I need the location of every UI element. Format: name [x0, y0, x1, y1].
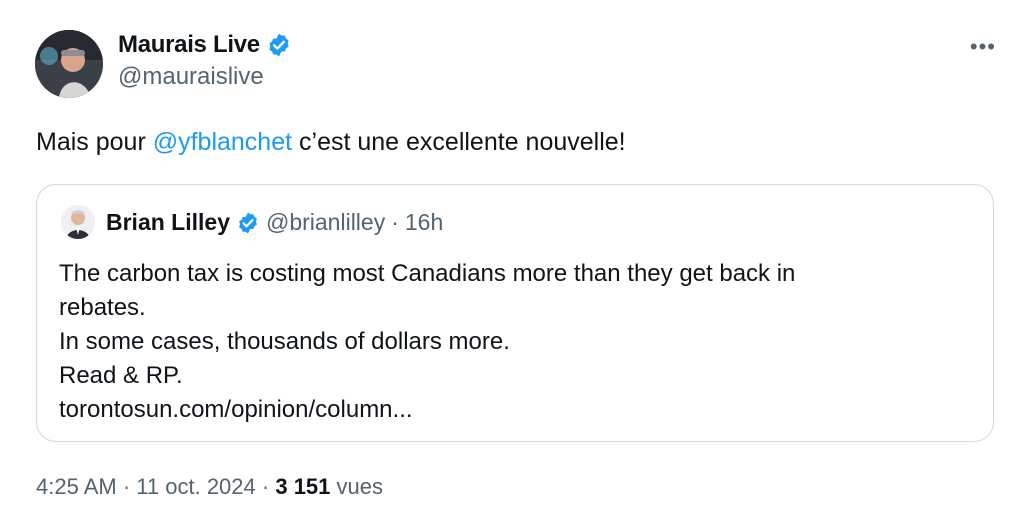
tweet-date[interactable]: 11 oct. 2024	[136, 474, 255, 499]
quoted-separator: ·	[391, 209, 399, 235]
quoted-author-name[interactable]: Brian Lilley	[106, 209, 230, 236]
quoted-tweet[interactable]: Brian Lilley @brianlilley · 16h The carb…	[36, 184, 994, 442]
quoted-line: The carbon tax is costing most Canadians…	[59, 260, 796, 287]
author-handle[interactable]: @mauraislive	[118, 63, 292, 91]
mention-link[interactable]: @yfblanchet	[153, 128, 292, 156]
tweet-text-pre: Mais pour	[36, 128, 153, 156]
tweet-footer: 4:25 AM · 11 oct. 2024 · 3 151 vues	[36, 474, 383, 500]
tweet-text: Mais pour @yfblanchet c’est une excellen…	[36, 126, 626, 158]
footer-separator: ·	[261, 474, 270, 499]
quoted-line: In some cases, thousands of dollars more…	[59, 328, 510, 355]
verified-badge-icon[interactable]	[266, 32, 292, 58]
quoted-author-handle[interactable]: @brianlilley	[266, 209, 385, 236]
author-info: Maurais Live @mauraislive	[118, 31, 292, 91]
quoted-line: rebates.	[59, 294, 146, 321]
tweet-card: Maurais Live @mauraislive ••• Mais pour …	[0, 0, 1026, 530]
quoted-time[interactable]: 16h	[405, 209, 443, 236]
views-label: vues	[336, 474, 384, 499]
tweet-time[interactable]: 4:25 AM	[36, 474, 117, 499]
author-avatar[interactable]	[35, 30, 103, 98]
quoted-text: The carbon tax is costing most Canadians…	[59, 257, 969, 427]
author-name[interactable]: Maurais Live	[118, 31, 260, 59]
tweet-text-post: c’est une excellente nouvelle!	[292, 128, 626, 156]
quoted-line: Read & RP.	[59, 362, 183, 389]
views-count: 3 151	[275, 474, 331, 499]
more-options-icon[interactable]: •••	[970, 34, 996, 60]
quoted-link[interactable]: torontosun.com/opinion/column...	[59, 393, 969, 427]
quoted-verified-badge-icon[interactable]	[236, 211, 260, 235]
quoted-header: Brian Lilley @brianlilley · 16h	[106, 209, 443, 236]
footer-separator: ·	[122, 474, 131, 499]
quoted-author-avatar[interactable]	[61, 205, 95, 239]
